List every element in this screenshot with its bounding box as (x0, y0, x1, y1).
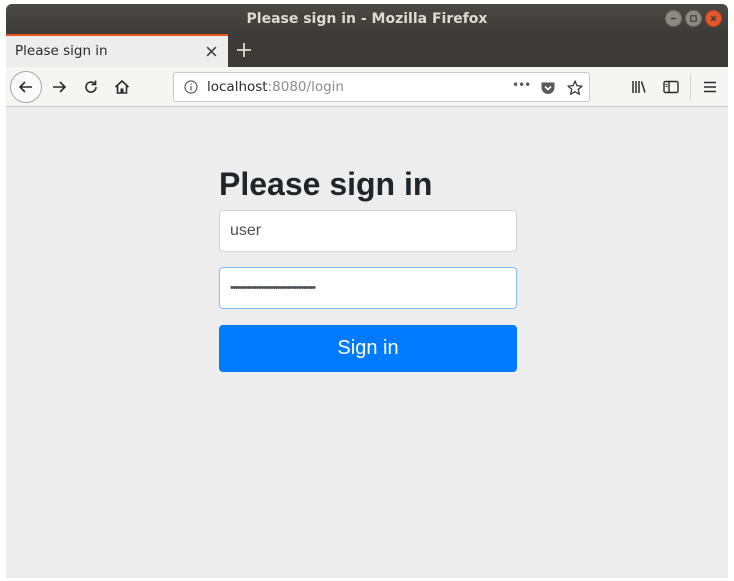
sign-in-label: Sign in (337, 337, 399, 359)
back-button[interactable] (10, 71, 42, 103)
url-path: :8080/login (267, 79, 344, 95)
pocket-icon[interactable] (539, 79, 557, 97)
maximize-button[interactable] (685, 10, 702, 27)
url-text[interactable]: localhost:8080/login (207, 79, 344, 95)
sign-in-button[interactable]: Sign in (219, 325, 517, 372)
info-icon[interactable] (184, 80, 198, 94)
url-host: localhost (207, 79, 268, 95)
bookmark-star-icon[interactable] (566, 79, 584, 97)
minimize-icon (670, 17, 677, 20)
title-bar: Please sign in - Mozilla Firefox (6, 4, 728, 34)
window-title: Please sign in - Mozilla Firefox (246, 11, 488, 27)
page-actions-menu[interactable]: ••• (512, 78, 531, 92)
navigation-toolbar: localhost:8080/login ••• (6, 67, 728, 107)
close-icon (710, 15, 717, 22)
tab-close-icon[interactable] (205, 45, 218, 58)
home-icon[interactable] (113, 78, 131, 96)
username-value: user (230, 222, 262, 239)
close-window-button[interactable] (705, 10, 722, 27)
maximize-icon (690, 15, 697, 22)
menu-icon[interactable] (701, 78, 719, 96)
password-value: •••••••••••••••••••••••••••••••••••• (230, 282, 316, 294)
back-icon (18, 81, 32, 93)
forward-icon[interactable] (50, 78, 68, 96)
reload-icon[interactable] (82, 78, 100, 96)
browser-window: Please sign in - Mozilla Firefox Please … (6, 4, 728, 578)
library-icon[interactable] (630, 78, 648, 96)
toolbar-separator (690, 73, 691, 101)
page-heading: Please sign in (219, 166, 433, 202)
minimize-button[interactable] (665, 10, 682, 27)
page-content: Please sign in user ••••••••••••••••••••… (6, 108, 728, 578)
tab-strip: Please sign in (6, 34, 728, 67)
url-bar[interactable]: localhost:8080/login ••• (173, 72, 590, 102)
tab-title: Please sign in (15, 43, 108, 59)
username-input[interactable]: user (219, 210, 517, 252)
new-tab-icon[interactable] (235, 41, 253, 59)
tab-active[interactable]: Please sign in (6, 34, 228, 67)
sidebar-icon[interactable] (662, 78, 680, 96)
password-input[interactable]: •••••••••••••••••••••••••••••••••••• (219, 267, 517, 309)
window-controls (665, 10, 722, 27)
